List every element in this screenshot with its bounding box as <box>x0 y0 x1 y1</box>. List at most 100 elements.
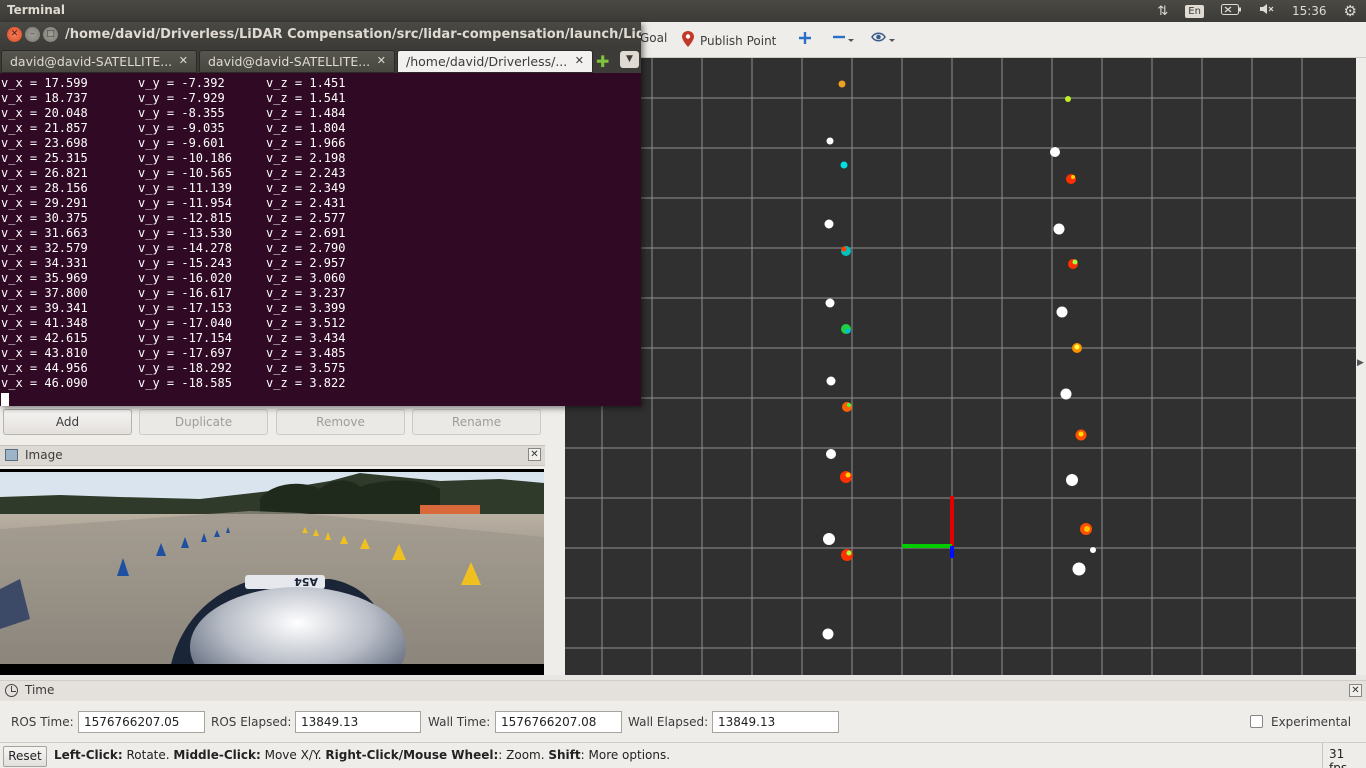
terminal-vy-value: v_y = -16.617 <box>138 286 232 300</box>
terminal-line: v_x = 23.698 v_y = -9.601 v_z = 1.966 <box>1 136 641 151</box>
terminal-vz-value: v_z = 1.451 <box>266 76 346 90</box>
terminal-vx-value: v_x = 29.291 <box>1 196 88 210</box>
rviz-toolbar: Goal Publish Point <box>640 22 1366 58</box>
close-icon[interactable]: ✕ <box>528 448 541 461</box>
hint-key-left-click: Left-Click: <box>54 748 123 762</box>
top-panel: Terminal ⇅ En 15:36 ⚙ <box>0 0 1366 22</box>
reset-button[interactable]: Reset <box>3 746 47 767</box>
image-icon <box>5 449 18 461</box>
terminal-vz-value: v_z = 3.060 <box>266 271 346 285</box>
terminal-titlebar: ✕ – □ /home/david/Driverless/LiDAR Compe… <box>0 22 641 48</box>
terminal-vx-value: v_x = 26.821 <box>1 166 88 180</box>
terminal-vy-value: v_y = -12.815 <box>138 211 232 225</box>
terminal-vz-value: v_z = 2.198 <box>266 151 346 165</box>
wall-elapsed-field[interactable] <box>712 711 839 733</box>
terminal-vx-value: v_x = 43.810 <box>1 346 88 360</box>
terminal-vz-value: v_z = 3.485 <box>266 346 346 360</box>
terminal-vx-value: v_x = 35.969 <box>1 271 88 285</box>
cone-points-left <box>822 80 853 640</box>
remove-button[interactable]: Remove <box>276 409 405 435</box>
gear-icon[interactable]: ⚙ <box>1344 2 1357 20</box>
terminal-line: v_x = 42.615 v_y = -17.154 v_z = 3.434 <box>1 331 641 346</box>
wall-time-label: Wall Time: <box>428 715 491 729</box>
sort-arrows-icon[interactable]: ⇅ <box>1157 4 1168 19</box>
status-hint: Left-Click: Rotate. Middle-Click: Move X… <box>54 748 670 762</box>
expand-arrow-icon: ▶ <box>1357 358 1364 368</box>
volume-icon[interactable] <box>1259 3 1275 19</box>
terminal-vx-value: v_x = 31.663 <box>1 226 88 240</box>
publish-point-tool[interactable]: Publish Point <box>682 31 776 50</box>
ros-elapsed-field[interactable] <box>295 711 421 733</box>
ros-elapsed-label: ROS Elapsed: <box>211 715 292 729</box>
terminal-vy-value: v_y = -10.186 <box>138 151 232 165</box>
terminal-vy-value: v_y = -14.278 <box>138 241 232 255</box>
terminal-vz-value: v_z = 2.691 <box>266 226 346 240</box>
maximize-window-button[interactable]: □ <box>43 27 58 42</box>
terminal-vz-value: v_z = 2.243 <box>266 166 346 180</box>
terminal-tab-label: david@david-SATELLITE... <box>10 54 173 69</box>
terminal-vx-value: v_x = 17.599 <box>1 76 88 90</box>
move-camera-tool[interactable] <box>798 31 818 48</box>
terminal-line: v_x = 21.857 v_y = -9.035 v_z = 1.804 <box>1 121 641 136</box>
terminal-tab-1[interactable]: david@david-SATELLITE... ✕ <box>1 50 197 73</box>
point-cloud-view <box>565 58 1356 675</box>
terminal-tab-3[interactable]: /home/david/Driverless/... ✕ <box>397 50 593 73</box>
terminal-vz-value: v_z = 1.804 <box>266 121 346 135</box>
close-tab-icon[interactable]: ✕ <box>575 54 584 67</box>
close-tab-icon[interactable]: ✕ <box>377 54 386 67</box>
tab-menu-dropdown[interactable]: ▼ <box>620 51 639 68</box>
terminal-vy-value: v_y = -11.139 <box>138 181 232 195</box>
image-panel-title: Image <box>25 448 63 462</box>
battery-icon[interactable] <box>1220 3 1241 19</box>
ros-time-label: ROS Time: <box>11 715 74 729</box>
terminal-line: v_x = 18.737 v_y = -7.929 v_z = 1.541 <box>1 91 641 106</box>
terminal-vy-value: v_y = -17.153 <box>138 301 232 315</box>
terminal-vz-value: v_z = 2.349 <box>266 181 346 195</box>
terminal-tab-2[interactable]: david@david-SATELLITE... ✕ <box>199 50 395 73</box>
terminal-output[interactable]: v_x = 17.599 v_y = -7.392 v_z = 1.451 v_x =… <box>0 74 641 406</box>
terminal-line: v_x = 35.969 v_y = -16.020 v_z = 3.060 <box>1 271 641 286</box>
views-panel-handle[interactable]: ▶ <box>1356 58 1366 675</box>
terminal-vx-value: v_x = 28.156 <box>1 181 88 195</box>
view-dropdown[interactable] <box>871 31 903 48</box>
close-window-button[interactable]: ✕ <box>7 27 22 42</box>
terminal-vx-value: v_x = 21.857 <box>1 121 88 135</box>
goal-tool-label: Goal <box>640 31 668 45</box>
experimental-checkbox[interactable] <box>1250 715 1263 728</box>
ros-time-field[interactable] <box>78 711 205 733</box>
duplicate-button[interactable]: Duplicate <box>139 409 268 435</box>
camera-feed: A54 <box>0 469 544 675</box>
3d-view[interactable] <box>565 58 1356 675</box>
system-tray: ⇅ En 15:36 ⚙ <box>1148 0 1366 22</box>
axes-marker <box>902 496 954 558</box>
terminal-vz-value: v_z = 3.399 <box>266 301 346 315</box>
experimental-label: Experimental <box>1271 715 1352 729</box>
terminal-vz-value: v_z = 3.512 <box>266 316 346 330</box>
terminal-vx-value: v_x = 30.375 <box>1 211 88 225</box>
close-icon[interactable]: ✕ <box>1349 684 1362 697</box>
terminal-line: v_x = 30.375 v_y = -12.815 v_z = 2.577 <box>1 211 641 226</box>
terminal-line: v_x = 34.331 v_y = -15.243 v_z = 2.957 <box>1 256 641 271</box>
keyboard-icon[interactable]: En <box>1185 4 1204 18</box>
minimize-window-button[interactable]: – <box>25 27 40 42</box>
camera-image: A54 <box>0 469 544 675</box>
rename-button[interactable]: Rename <box>412 409 541 435</box>
terminal-vz-value: v_z = 1.541 <box>266 91 346 105</box>
terminal-vy-value: v_y = -11.954 <box>138 196 232 210</box>
wall-time-field[interactable] <box>495 711 622 733</box>
map-pin-icon <box>682 31 694 50</box>
clock[interactable]: 15:36 <box>1292 4 1327 18</box>
terminal-line: v_x = 43.810 v_y = -17.697 v_z = 3.485 <box>1 346 641 361</box>
hint-move: Move X/Y. <box>260 748 326 762</box>
car-number: A54 <box>294 575 318 588</box>
new-tab-icon[interactable]: ✚ <box>596 52 609 71</box>
terminal-vy-value: v_y = -18.585 <box>138 376 232 390</box>
add-button[interactable]: Add <box>3 409 132 435</box>
terminal-vy-value: v_y = -7.929 <box>138 91 225 105</box>
terminal-vx-value: v_x = 37.800 <box>1 286 88 300</box>
close-tab-icon[interactable]: ✕ <box>179 54 188 67</box>
eye-icon <box>871 31 897 48</box>
terminal-vy-value: v_y = -16.020 <box>138 271 232 285</box>
goal-tool[interactable]: Goal <box>640 31 667 45</box>
remove-tool-dropdown[interactable] <box>832 31 860 48</box>
